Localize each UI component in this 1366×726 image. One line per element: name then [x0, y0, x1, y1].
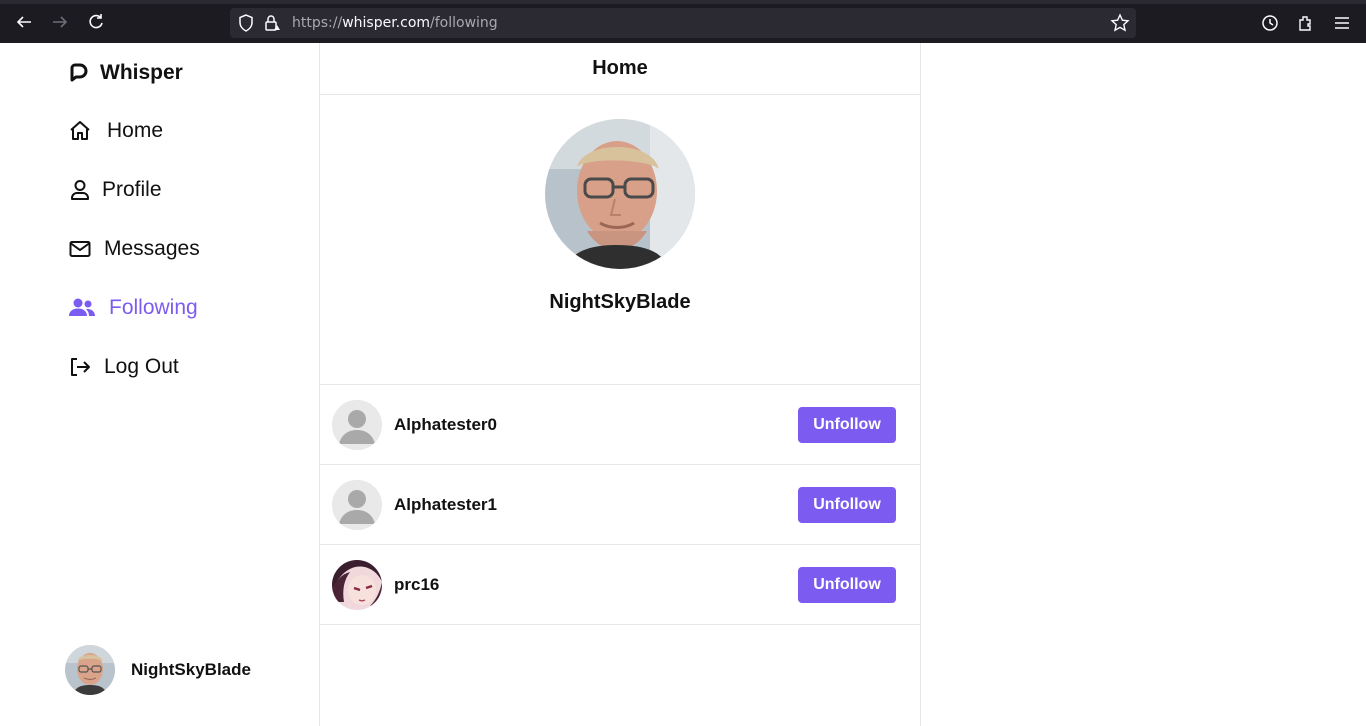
extensions-icon[interactable]	[1297, 14, 1315, 32]
following-row: Alphatester0 Unfollow	[320, 385, 920, 465]
envelope-icon	[69, 241, 91, 257]
page-title: Home	[592, 57, 648, 79]
following-row: Alphatester1 Unfollow	[320, 465, 920, 545]
sidebar: Whisper Home Profile Messages Following …	[0, 43, 320, 726]
reload-button[interactable]	[84, 10, 108, 34]
sidebar-item-label: Home	[107, 119, 164, 142]
star-icon[interactable]	[1110, 13, 1130, 33]
avatar	[65, 645, 115, 695]
back-button[interactable]	[12, 10, 36, 34]
brand[interactable]: Whisper	[68, 61, 183, 85]
anime-avatar[interactable]	[332, 560, 382, 610]
lock-icon[interactable]	[264, 14, 282, 32]
sidebar-item-profile[interactable]: Profile	[68, 178, 162, 202]
sidebar-item-messages[interactable]: Messages	[68, 237, 200, 261]
following-username[interactable]: Alphatester0	[394, 415, 497, 435]
sidebar-item-logout[interactable]: Log Out	[68, 355, 179, 379]
account-name: NightSkyBlade	[131, 660, 251, 679]
reload-icon	[89, 14, 103, 29]
profile-name: NightSkyBlade	[549, 291, 691, 313]
unfollow-button[interactable]: Unfollow	[798, 407, 896, 443]
address-bar[interactable]: https://whisper.com/following	[230, 8, 1136, 38]
following-row: prc16 Unfollow	[320, 545, 920, 625]
user-photo-avatar	[65, 645, 115, 695]
main-column: Home NightSkyBlade Alphatester0 Unfollow…	[320, 43, 921, 726]
arrow-left-icon	[16, 16, 31, 28]
url-text: https://whisper.com/following	[292, 15, 498, 31]
main-header: Home	[320, 43, 920, 95]
unfollow-button[interactable]: Unfollow	[798, 567, 896, 603]
default-avatar-icon[interactable]	[332, 480, 382, 530]
forward-button[interactable]	[48, 10, 72, 34]
following-username[interactable]: Alphatester1	[394, 495, 497, 515]
sidebar-item-label: Following	[109, 296, 198, 319]
history-icon[interactable]	[1261, 14, 1279, 32]
profile-avatar[interactable]	[545, 119, 695, 269]
whisper-logo-icon	[70, 63, 88, 82]
user-icon	[71, 180, 89, 200]
logout-icon	[71, 358, 90, 376]
shield-icon[interactable]	[238, 14, 254, 32]
sidebar-item-label: Messages	[104, 237, 200, 260]
browser-toolbar: https://whisper.com/following	[0, 0, 1366, 43]
account-switcher[interactable]: NightSkyBlade	[65, 645, 251, 695]
user-photo-avatar	[545, 119, 695, 269]
unfollow-button[interactable]: Unfollow	[798, 487, 896, 523]
arrow-right-icon	[53, 16, 68, 28]
profile-summary: NightSkyBlade	[320, 95, 920, 385]
home-icon	[70, 121, 90, 140]
sidebar-item-label: Log Out	[104, 355, 179, 378]
brand-name: Whisper	[100, 61, 183, 84]
sidebar-item-following[interactable]: Following	[68, 296, 198, 320]
following-username[interactable]: prc16	[394, 575, 439, 595]
default-avatar-icon[interactable]	[332, 400, 382, 450]
sidebar-item-label: Profile	[102, 178, 162, 201]
users-icon	[69, 298, 95, 316]
menu-icon[interactable]	[1333, 14, 1351, 32]
sidebar-item-home[interactable]: Home	[68, 119, 163, 143]
